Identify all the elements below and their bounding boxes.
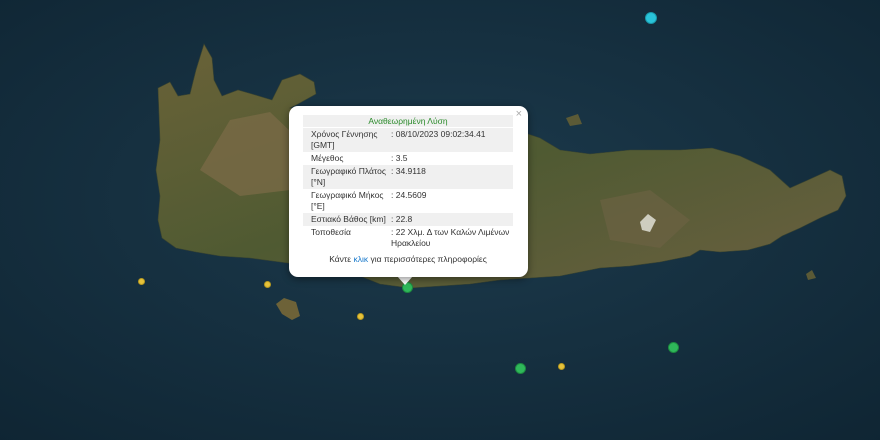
info-row: Εστιακό Βάθος [km] : 22.8 <box>303 213 513 226</box>
quake-marker-green[interactable] <box>515 363 526 374</box>
info-row: Μέγεθος : 3.5 <box>303 152 513 165</box>
more-info-line: Κάντε κλικ για περισσότερες πληροφορίες <box>303 254 513 264</box>
info-row: Γεωγραφικό Μήκος [°E] : 24.5609 <box>303 189 513 213</box>
row-label: Χρόνος Γέννησης [GMT] <box>311 129 378 150</box>
quake-marker-yellow[interactable] <box>558 363 565 370</box>
info-row: Γεωγραφικό Πλάτος [°N] : 34.9118 <box>303 165 513 189</box>
row-label: Εστιακό Βάθος [km] <box>311 214 386 224</box>
row-value: : 24.5609 <box>391 190 427 200</box>
row-value: : 3.5 <box>391 153 408 163</box>
row-value: : 34.9118 <box>391 166 426 176</box>
popup-tip <box>397 276 413 285</box>
quake-marker-yellow[interactable] <box>264 281 271 288</box>
info-row: Τοποθεσία : 22 Χλμ. Δ των Καλών Λιμένων … <box>303 226 513 250</box>
row-label: Γεωγραφικό Μήκος [°E] <box>311 190 384 211</box>
more-info-link[interactable]: κλικ <box>353 254 368 264</box>
quake-marker-cyan[interactable] <box>645 12 657 24</box>
popup-title: Αναθεωρημένη Λύση <box>303 115 513 127</box>
row-label: Μέγεθος <box>311 153 344 163</box>
row-value: : 22.8 <box>391 214 413 224</box>
quake-marker-yellow[interactable] <box>357 313 364 320</box>
close-icon[interactable]: × <box>516 108 522 120</box>
quake-marker-green[interactable] <box>668 342 679 353</box>
row-value: : 08/10/2023 09:02:34.41 <box>391 129 486 139</box>
row-label: Τοποθεσία <box>311 227 351 237</box>
row-label: Γεωγραφικό Πλάτος [°N] <box>311 166 386 187</box>
more-prefix: Κάντε <box>329 254 354 264</box>
quake-marker-yellow[interactable] <box>138 278 145 285</box>
more-suffix: για περισσότερες πληροφορίες <box>368 254 487 264</box>
row-value: : 22 Χλμ. Δ των Καλών Λιμένων Ηρακλείου <box>391 227 510 248</box>
earthquake-popup: × Αναθεωρημένη Λύση Χρόνος Γέννησης [GMT… <box>289 106 528 277</box>
map-view[interactable]: × Αναθεωρημένη Λύση Χρόνος Γέννησης [GMT… <box>0 0 880 440</box>
info-row: Χρόνος Γέννησης [GMT] : 08/10/2023 09:02… <box>303 128 513 152</box>
